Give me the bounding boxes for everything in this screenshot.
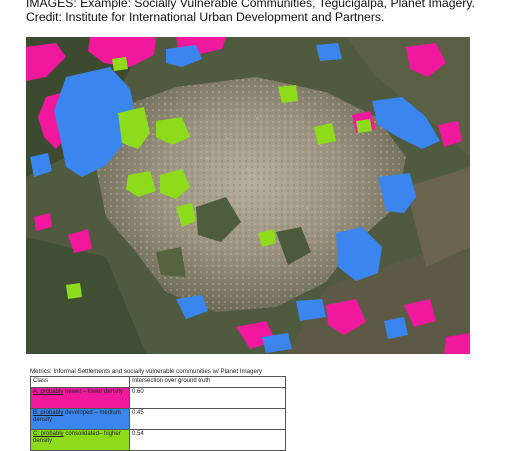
class-c-prefix: C: probably bbox=[33, 431, 64, 437]
class-a-label: A: probably newer – lower density bbox=[30, 387, 130, 409]
metrics-title: Metrics: Informal Settlements and social… bbox=[30, 368, 263, 375]
class-c-label: C: probably consolidated– higher density bbox=[30, 429, 130, 451]
class-a-value: 0.60 bbox=[129, 387, 286, 409]
header-class: Class bbox=[30, 376, 130, 388]
header-iou: Intersection over ground truth bbox=[129, 376, 286, 388]
class-a-desc: newer – lower density bbox=[63, 389, 124, 395]
satellite-image bbox=[26, 37, 470, 354]
class-b-label: B: probably developed – medium density bbox=[30, 408, 130, 430]
satellite-map bbox=[26, 37, 470, 354]
class-b-value: 0.45 bbox=[129, 408, 286, 430]
metrics-row-a: A: probably newer – lower density 0.60 bbox=[30, 387, 286, 409]
metrics-row-c: C: probably consolidated– higher density… bbox=[30, 429, 286, 451]
caption-line-2: Credit: Institute for International Urba… bbox=[26, 10, 385, 24]
caption-line-1: IMAGES: Example: Socially Vulnerable Com… bbox=[26, 0, 475, 10]
image-caption: IMAGES: Example: Socially Vulnerable Com… bbox=[26, 0, 526, 24]
class-b-prefix: B: probably bbox=[33, 410, 64, 416]
metrics-row-b: B: probably developed – medium density 0… bbox=[30, 408, 286, 430]
metrics-table: Class Intersection over ground truth A: … bbox=[30, 376, 286, 451]
metrics-header-row: Class Intersection over ground truth bbox=[30, 376, 286, 388]
class-c-value: 0.54 bbox=[129, 429, 286, 451]
class-a-prefix: A: probably bbox=[33, 389, 64, 395]
